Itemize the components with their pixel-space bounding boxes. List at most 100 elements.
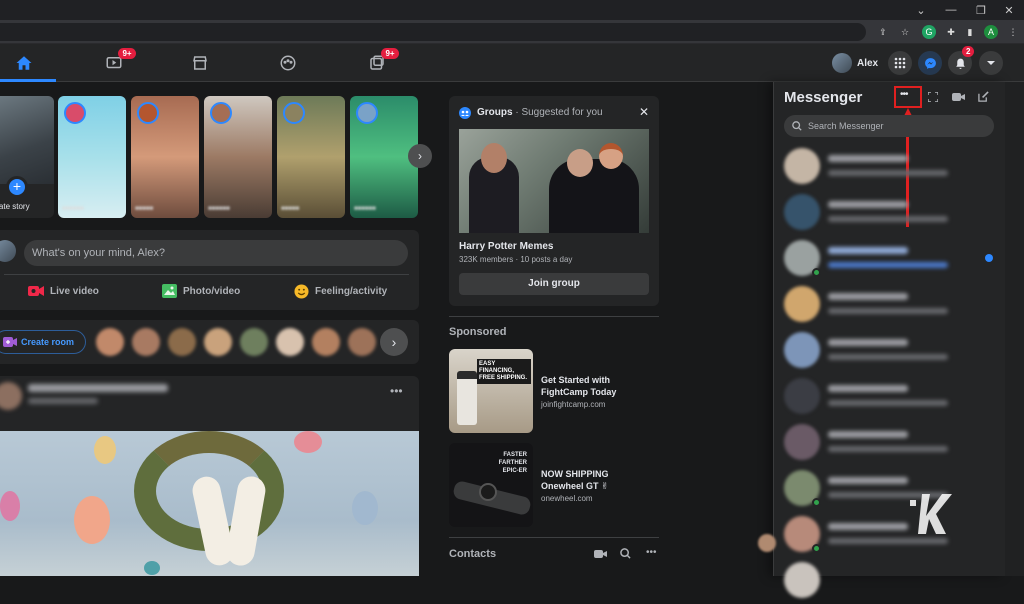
expand-icon[interactable] <box>928 92 938 102</box>
watermark-logo <box>910 494 952 534</box>
story-card[interactable]: ■■■■■■ <box>204 96 272 218</box>
post-egg <box>144 561 160 575</box>
restore-icon[interactable]: ❐ <box>966 0 996 20</box>
live-video-button[interactable]: Live video <box>28 284 99 298</box>
conversation-item[interactable] <box>782 330 982 374</box>
menu-grid-button[interactable] <box>888 51 912 75</box>
post-options-icon[interactable]: ••• <box>390 384 403 398</box>
nav-tab-gaming[interactable]: 9+ <box>345 44 409 82</box>
conversation-item[interactable] <box>782 376 982 420</box>
address-bar[interactable] <box>0 23 866 41</box>
chevron-down-icon[interactable]: ⌄ <box>906 0 936 20</box>
conversation-item[interactable] <box>782 238 982 282</box>
conversation-item[interactable] <box>782 284 982 328</box>
gaming-badge: 9+ <box>381 48 399 59</box>
onewheel-ad-image[interactable]: FASTER FARTHER EPIC-ER <box>449 443 533 527</box>
nav-tab-marketplace[interactable] <box>168 44 232 82</box>
online-friend-avatar[interactable] <box>312 328 340 356</box>
sponsored-heading: Sponsored <box>449 326 507 338</box>
fightcamp-ad-image[interactable]: EASY FINANCING, FREE SHIPPING. <box>449 349 533 433</box>
story-card[interactable]: ■■■■■■ <box>58 96 126 218</box>
contacts-options-icon[interactable]: ••• <box>646 547 657 558</box>
conversation-item[interactable] <box>782 192 982 236</box>
stories-next-button[interactable]: › <box>408 144 432 168</box>
group-name[interactable]: Harry Potter Memes <box>459 241 553 252</box>
story-card[interactable]: ■■■■■ <box>277 96 345 218</box>
unread-indicator <box>985 254 993 262</box>
search-icon <box>792 121 802 131</box>
online-friend-avatar[interactable] <box>204 328 232 356</box>
active-tab-indicator <box>0 79 56 82</box>
smiley-icon <box>294 284 309 299</box>
nav-tab-home[interactable] <box>0 44 56 82</box>
close-icon[interactable]: ✕ <box>639 105 649 119</box>
create-room-button[interactable]: Create room <box>0 330 86 354</box>
browser-menu-icon[interactable]: ⋮ <box>1006 25 1020 39</box>
punching-bag <box>457 371 477 425</box>
caret-down-icon <box>987 61 995 65</box>
close-window-icon[interactable]: ✕ <box>994 0 1024 20</box>
user-name: Alex <box>857 57 879 69</box>
bookmark-star-icon[interactable]: ☆ <box>898 25 912 39</box>
nav-tab-watch[interactable]: 9+ <box>82 44 146 82</box>
search-icon[interactable] <box>620 548 631 559</box>
online-friend-avatar[interactable] <box>240 328 268 356</box>
join-group-button[interactable]: Join group <box>459 273 649 295</box>
story-avatar <box>137 102 159 124</box>
online-friend-avatar[interactable] <box>348 328 376 356</box>
messenger-search-input[interactable]: Search Messenger <box>784 115 994 137</box>
messenger-button[interactable] <box>918 51 942 75</box>
post-image[interactable] <box>0 431 419 576</box>
video-camera-plus-icon <box>3 337 17 347</box>
create-story-card[interactable]: + Create story <box>0 96 54 218</box>
online-friend-avatar[interactable] <box>276 328 304 356</box>
group-cover-image[interactable] <box>459 129 649 233</box>
post-egg <box>94 436 116 464</box>
messenger-search-placeholder: Search Messenger <box>808 121 884 131</box>
grammarly-extension-icon[interactable]: G <box>922 25 936 39</box>
notifications-button[interactable]: 2 <box>948 46 975 75</box>
story-avatar <box>356 102 378 124</box>
messenger-options-icon[interactable]: ••• <box>900 89 908 100</box>
conversation-item[interactable] <box>782 146 982 190</box>
conversation-item[interactable] <box>782 422 982 466</box>
photo-video-button[interactable]: Photo/video <box>162 284 240 298</box>
conversation-item[interactable] <box>782 560 982 604</box>
minimize-icon[interactable]: — <box>936 0 966 20</box>
story-card[interactable]: ■■■■■ <box>131 96 199 218</box>
video-call-icon[interactable] <box>952 92 965 102</box>
online-friend-avatar[interactable] <box>132 328 160 356</box>
online-friend-avatar[interactable] <box>168 328 196 356</box>
nav-tab-groups[interactable] <box>256 44 320 82</box>
groups-heading: Groups <box>477 107 513 118</box>
fightcamp-ad-title[interactable]: Get Started with FightCamp Today <box>541 374 651 398</box>
rooms-next-button[interactable]: › <box>380 328 408 356</box>
live-video-icon <box>28 286 44 296</box>
post-egg <box>294 431 322 453</box>
post-egg <box>0 491 20 521</box>
composer-input[interactable]: What's on your mind, Alex? <box>24 240 408 266</box>
onewheel-ad-text: FASTER FARTHER EPIC-ER <box>498 452 527 474</box>
post-egg <box>352 491 378 525</box>
panel-scroll-area[interactable] <box>1005 82 1024 576</box>
chat-head-avatar[interactable] <box>758 534 776 552</box>
onewheel-ad-title[interactable]: NOW SHIPPING Onewheel GT ✌ <box>541 468 653 492</box>
video-camera-icon[interactable] <box>594 549 607 559</box>
composer-avatar <box>0 240 16 262</box>
online-friend-avatar[interactable] <box>96 328 124 356</box>
profile-link[interactable]: Alex <box>832 52 878 74</box>
profile-avatar[interactable]: A <box>984 25 998 39</box>
post-author-avatar[interactable] <box>0 382 22 410</box>
account-menu-button[interactable] <box>979 51 1003 75</box>
divider <box>449 537 659 538</box>
extensions-puzzle-icon[interactable]: ✚ <box>944 25 958 39</box>
photo-icon <box>162 284 177 298</box>
photo-figure <box>549 159 639 233</box>
fightcamp-ad-domain: joinfightcamp.com <box>541 400 606 409</box>
feeling-activity-button[interactable]: Feeling/activity <box>294 284 387 299</box>
side-panel-icon[interactable]: ▮ <box>963 25 977 39</box>
share-icon[interactable]: ⇪ <box>876 25 890 39</box>
new-message-icon[interactable] <box>978 91 989 102</box>
composer-divider <box>4 274 409 275</box>
feeling-activity-label: Feeling/activity <box>315 286 388 297</box>
